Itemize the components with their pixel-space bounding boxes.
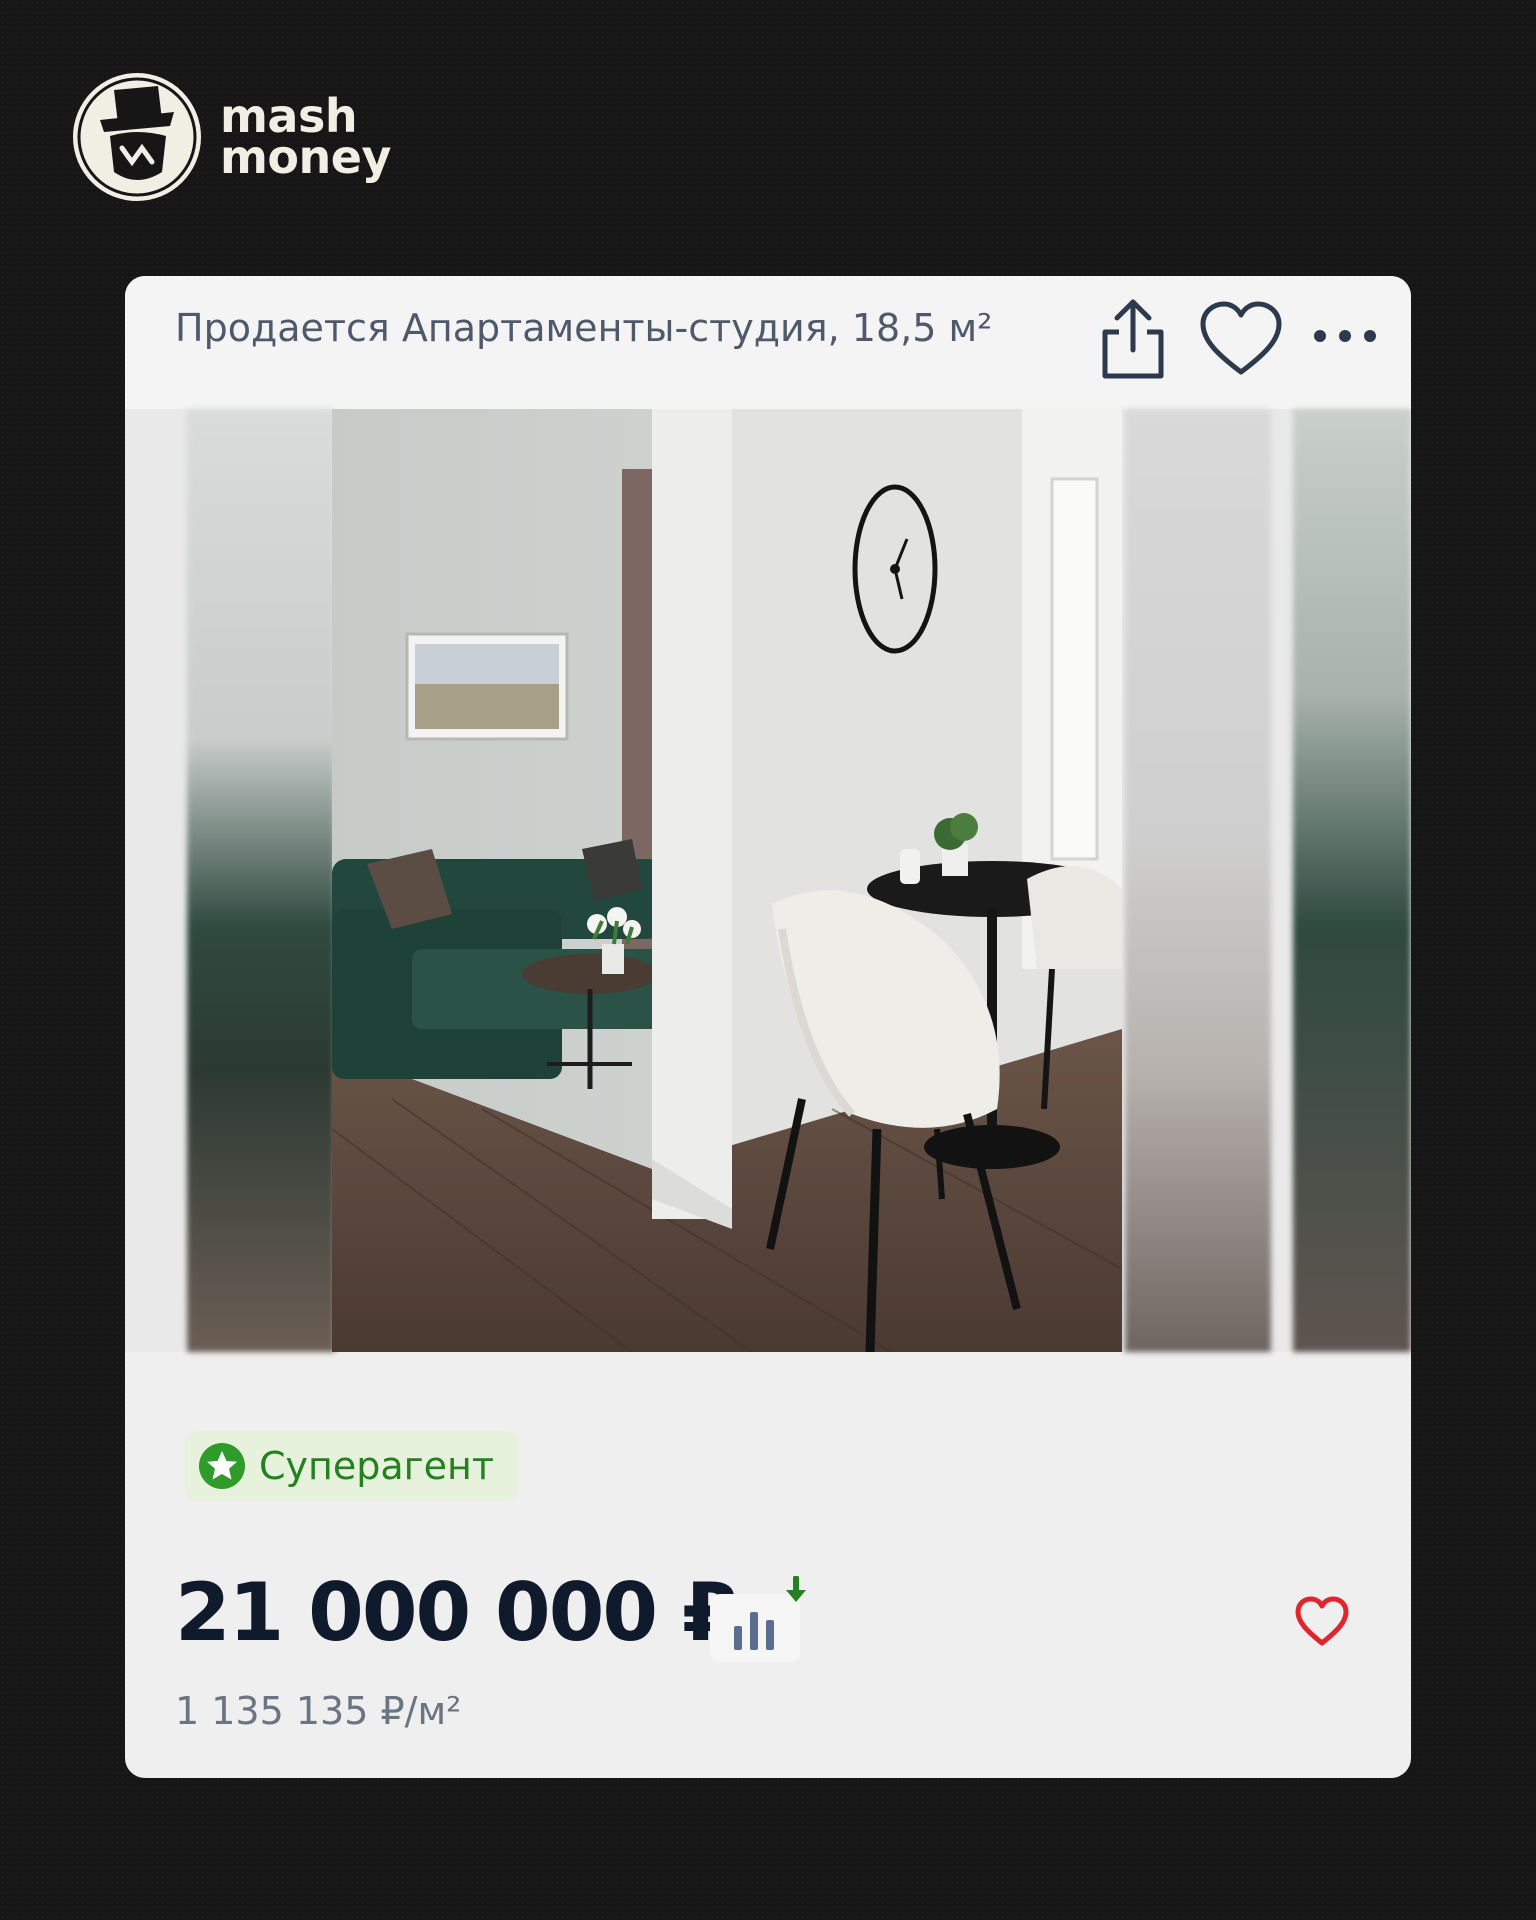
photo-gallery[interactable] [125, 409, 1411, 1352]
brand-name: mash money [220, 93, 391, 184]
heart-icon[interactable] [1197, 298, 1285, 378]
brand: mash money [70, 70, 391, 204]
badge-label: Суперагент [259, 1444, 494, 1488]
listing-price: 21 000 000 ₽ [175, 1566, 738, 1659]
listing-header: Продается Апартаменты-студия, 18,5 м² [125, 276, 1411, 409]
brand-line-2: money [220, 130, 391, 184]
superagent-badge: Суперагент [185, 1431, 518, 1501]
more-dots-icon[interactable] [1310, 316, 1380, 356]
share-icon[interactable] [1095, 294, 1171, 384]
listing-title: Продается Апартаменты-студия, 18,5 м² [175, 306, 993, 350]
price-history-chart-icon[interactable] [710, 1576, 820, 1666]
favorite-heart-icon[interactable] [1293, 1594, 1351, 1648]
gallery-next-photo-2[interactable] [1293, 409, 1411, 1352]
mascot-hat-logo [73, 73, 201, 201]
price-per-square-meter: 1 135 135 ₽/м² [175, 1689, 462, 1733]
gallery-prev-photo[interactable] [187, 409, 335, 1352]
listing-card[interactable]: Продается Апартаменты-студия, 18,5 м² Су… [125, 276, 1411, 1778]
gallery-next-photo[interactable] [1125, 409, 1271, 1352]
star-badge-icon [199, 1443, 245, 1489]
apartment-photo[interactable] [332, 409, 1122, 1352]
